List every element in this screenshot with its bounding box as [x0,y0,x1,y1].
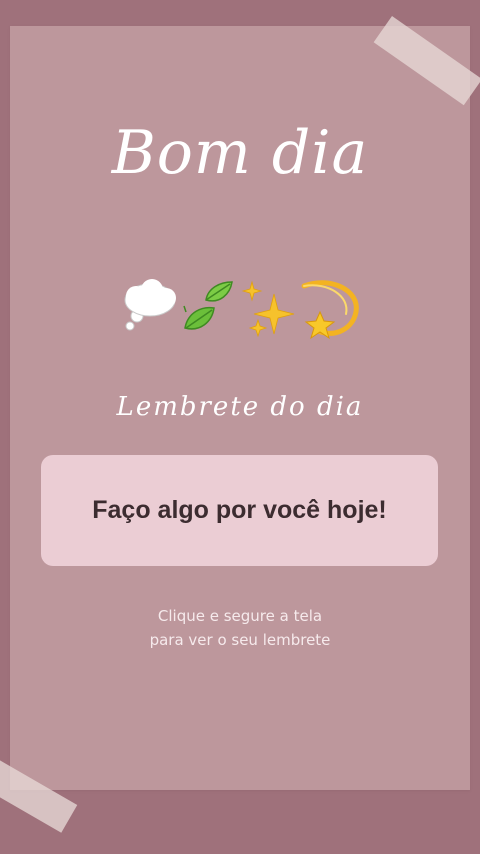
emoji-row-graphic [124,279,359,340]
reminder-box[interactable]: Faço algo por você hoje! [41,455,438,566]
greeting-title: Bom dia [111,118,369,188]
hold-hint-line-1: Clique e segure a tela [157,607,323,625]
reminder-text: Faço algo por você hoje! [92,496,387,524]
reminder-heading: Lembrete do dia [116,392,364,422]
sparkles-icon [241,280,295,338]
thought-cloud-icon [124,279,176,331]
leaves-icon [183,281,233,330]
dizzy-star-icon [301,280,359,340]
hold-hint: Clique e segure a tela para ver o seu le… [0,604,480,652]
emoji-row [0,276,480,340]
hold-hint-line-2: para ver o seu lembrete [149,631,331,649]
